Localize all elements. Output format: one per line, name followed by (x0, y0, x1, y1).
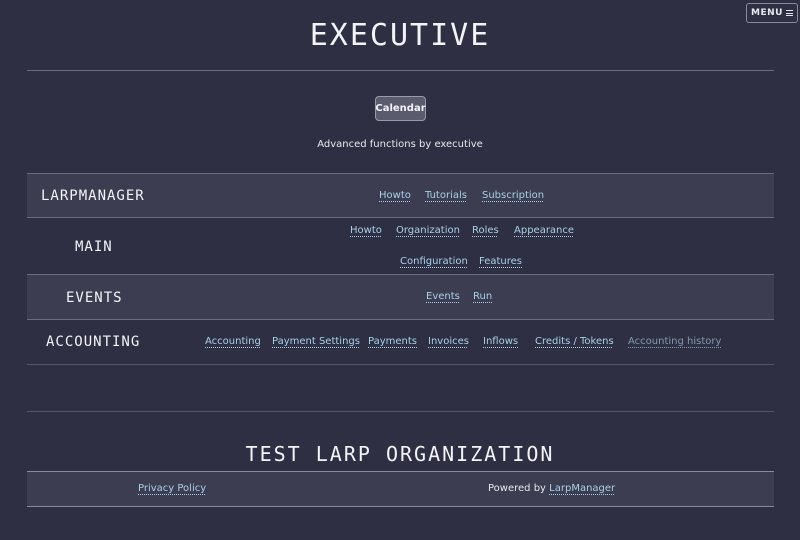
page: MENU EXECUTIVE Calendar Advanced functio… (0, 0, 800, 540)
link-appearance[interactable]: Appearance (514, 225, 574, 236)
link-payments[interactable]: Payments (368, 336, 417, 347)
link-tutorials[interactable]: Tutorials (425, 190, 467, 201)
footer-divider (27, 411, 774, 412)
link-features[interactable]: Features (479, 256, 522, 267)
link-credits-tokens[interactable]: Credits / Tokens (535, 336, 614, 347)
link-run[interactable]: Run (473, 291, 492, 302)
section-label-larpmanager: LARPMANAGER (41, 188, 145, 204)
title-divider (27, 70, 774, 71)
page-title: EXECUTIVE (309, 18, 491, 53)
section-divider (27, 364, 774, 365)
organization-name: TEST LARP ORGANIZATION (245, 442, 555, 466)
footer: Privacy Policy Powered by LarpManager (27, 471, 774, 507)
section-main: MAIN Howto Organization Roles Appearance… (27, 218, 774, 275)
link-invoices[interactable]: Invoices (428, 336, 469, 347)
link-main-howto[interactable]: Howto (350, 225, 382, 236)
section-larpmanager: LARPMANAGER Howto Tutorials Subscription (27, 173, 774, 218)
link-configuration[interactable]: Configuration (400, 256, 468, 267)
link-payment-settings[interactable]: Payment Settings (272, 336, 360, 347)
link-roles[interactable]: Roles (472, 225, 499, 236)
larpmanager-link[interactable]: LarpManager (549, 483, 615, 494)
link-subscription[interactable]: Subscription (482, 190, 544, 201)
powered-by: Powered by LarpManager (488, 483, 615, 494)
calendar-button[interactable]: Calendar (375, 96, 426, 121)
page-subtitle: Advanced functions by executive (317, 139, 483, 150)
link-events[interactable]: Events (426, 291, 460, 302)
section-label-main: MAIN (75, 239, 113, 255)
menu-label: MENU (751, 8, 783, 18)
powered-by-text: Powered by (488, 483, 546, 494)
privacy-policy-link[interactable]: Privacy Policy (138, 483, 206, 494)
link-larpmanager-howto[interactable]: Howto (379, 190, 411, 201)
section-label-accounting: ACCOUNTING (46, 334, 141, 350)
hamburger-icon (785, 10, 793, 16)
link-accounting-history[interactable]: Accounting history (628, 336, 721, 347)
link-accounting[interactable]: Accounting (205, 336, 261, 347)
section-label-events: EVENTS (66, 290, 123, 306)
link-organization[interactable]: Organization (396, 225, 460, 236)
section-accounting: ACCOUNTING Accounting Payment Settings P… (27, 320, 774, 364)
section-events: EVENTS Events Run (27, 274, 774, 320)
link-inflows[interactable]: Inflows (483, 336, 518, 347)
